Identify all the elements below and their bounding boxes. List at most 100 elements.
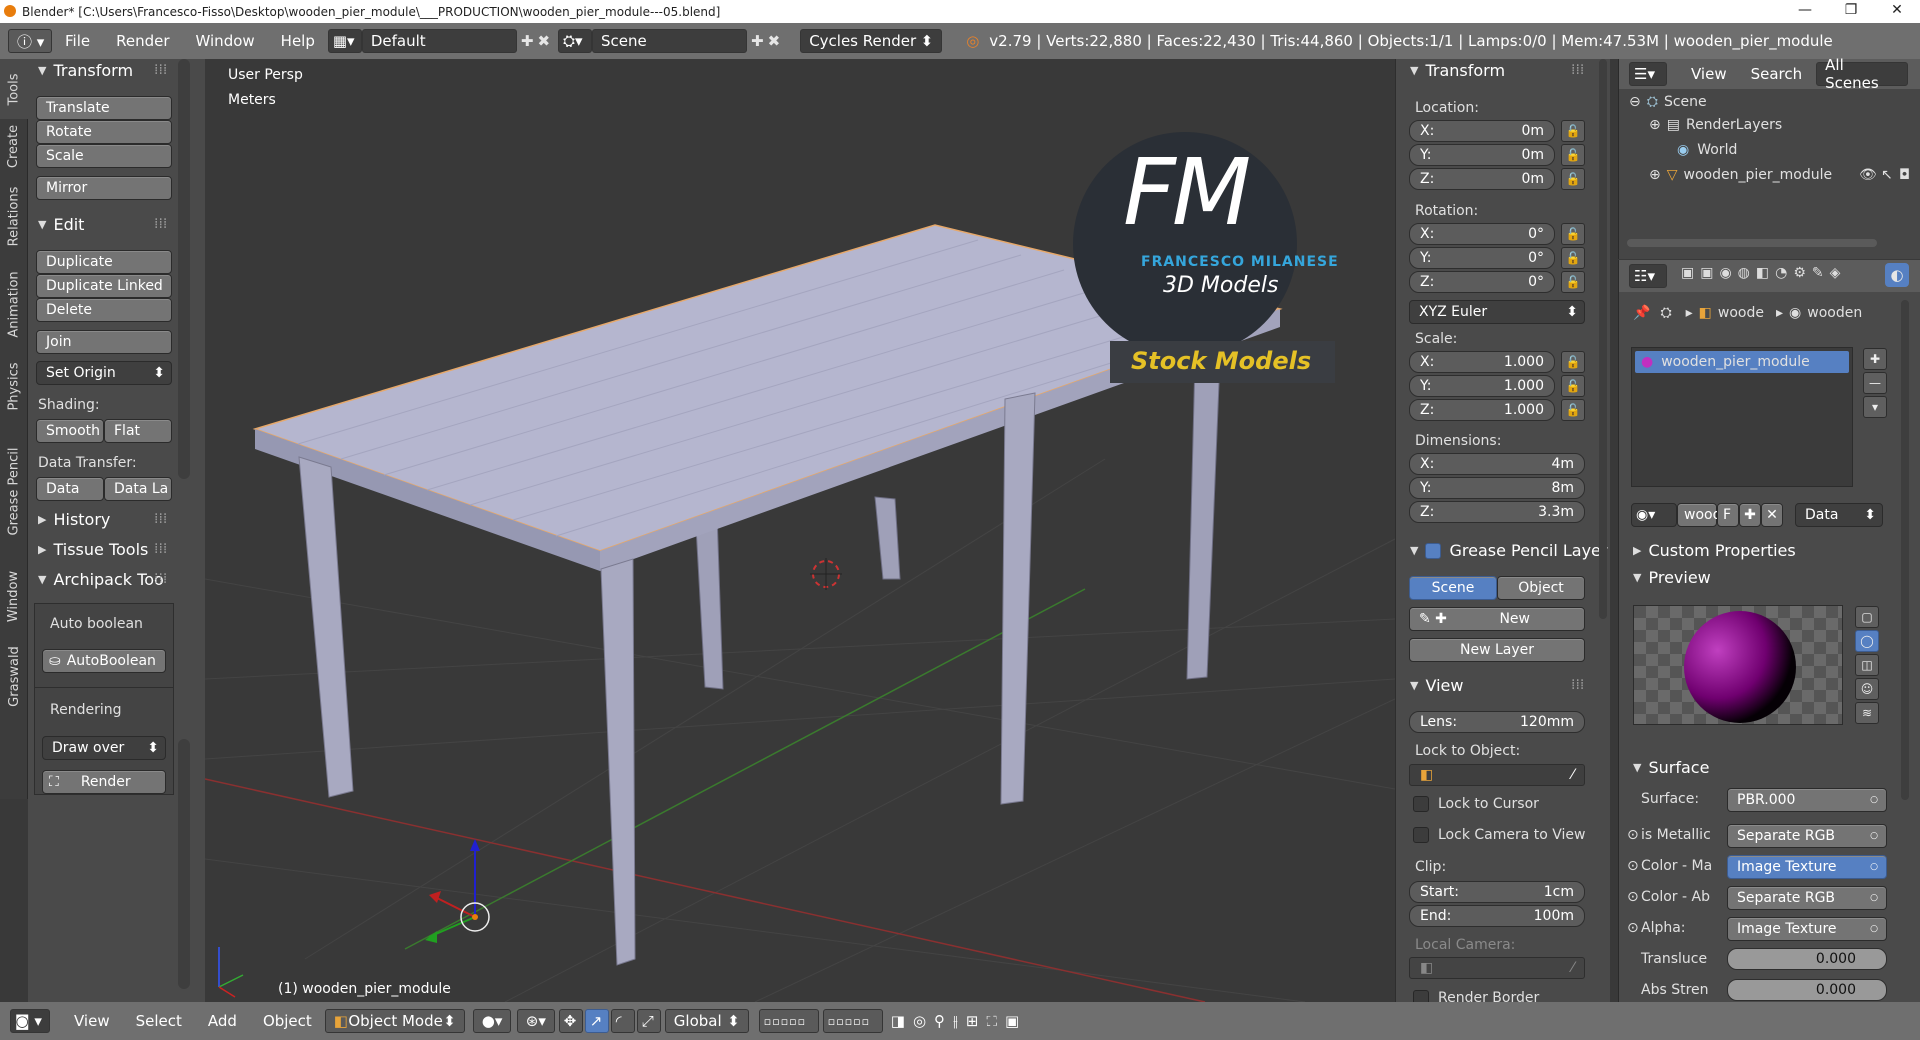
scale-z-field[interactable]: Z: 1.000 bbox=[1409, 399, 1555, 421]
menu-view[interactable]: View bbox=[74, 1012, 110, 1030]
scene-name-field[interactable]: Scene bbox=[592, 29, 748, 53]
remove-slot-icon[interactable]: — bbox=[1863, 372, 1887, 394]
lock-icon[interactable]: 🔓 bbox=[1561, 247, 1585, 269]
translate-manipulator-toggle[interactable]: ↗ bbox=[584, 1009, 609, 1033]
menu-render[interactable]: Render bbox=[116, 32, 169, 50]
join-button[interactable]: Join bbox=[36, 330, 172, 354]
lock-icon[interactable]: 🔓 bbox=[1561, 168, 1585, 190]
scale-manipulator-toggle[interactable]: ⤢ bbox=[636, 1009, 661, 1033]
npanel-view-header[interactable]: ▼ View bbox=[1410, 676, 1463, 695]
close-window-button[interactable]: ✕ bbox=[1874, 0, 1920, 23]
auto-boolean-button[interactable]: ⛀ AutoBoolean bbox=[42, 649, 166, 673]
render-engine-select[interactable]: Cycles Render ⬍ bbox=[800, 29, 943, 53]
editor-type-info-button[interactable]: ⓘ ▾ bbox=[8, 29, 52, 53]
unlink-material-icon[interactable]: ✕ bbox=[1761, 503, 1783, 527]
location-y-field[interactable]: Y: 0m bbox=[1409, 144, 1555, 166]
add-scene-icon[interactable]: ✚ bbox=[751, 32, 764, 50]
layers-grid-2[interactable]: ▫▫▫▫▫ bbox=[822, 1009, 883, 1033]
mode-select[interactable]: ◧ Object Mode ⬍ bbox=[324, 1009, 465, 1033]
outliner-item-object[interactable]: ⊕ ▽ wooden_pier_module bbox=[1649, 167, 1832, 183]
rotate-manipulator-toggle[interactable]: ◜ bbox=[610, 1009, 635, 1033]
toolshelf-scrollbar[interactable] bbox=[178, 59, 190, 479]
remove-layout-icon[interactable]: ✖ bbox=[537, 32, 550, 50]
menu-file[interactable]: File bbox=[65, 32, 90, 50]
drag-handle-icon[interactable]: ⁞⁞⁞ bbox=[154, 571, 167, 587]
material-tab-icon[interactable]: ◐ bbox=[1885, 263, 1909, 287]
drag-handle-icon[interactable]: ⁞⁞⁞ bbox=[154, 216, 167, 232]
orientation-select[interactable]: Global ⬍ bbox=[664, 1009, 749, 1033]
outliner-scrollbar[interactable] bbox=[1627, 239, 1877, 247]
lock-icon[interactable]: 🔓 bbox=[1561, 351, 1585, 373]
selectable-arrow-icon[interactable]: ↖ bbox=[1881, 167, 1893, 183]
duplicate-linked-button[interactable]: Duplicate Linked bbox=[36, 274, 172, 298]
expand-icon[interactable]: ⊕ bbox=[1649, 167, 1661, 183]
menu-window[interactable]: Window bbox=[196, 32, 255, 50]
color-ma-input[interactable]: Image Texture ○ bbox=[1727, 855, 1887, 879]
tab-graswald[interactable]: Graswald bbox=[0, 634, 28, 719]
socket-icon[interactable]: ⊙ bbox=[1627, 858, 1639, 874]
grease-layer-checkbox[interactable] bbox=[1425, 542, 1442, 559]
outliner-editor-icon[interactable]: ☰▾ bbox=[1629, 62, 1667, 86]
preview-monkey-icon[interactable]: ☺ bbox=[1855, 678, 1879, 700]
location-x-field[interactable]: X: 0m bbox=[1409, 120, 1555, 142]
transform-manipulator[interactable] bbox=[425, 839, 490, 943]
breadcrumb-object[interactable]: woode bbox=[1718, 305, 1764, 321]
panel-history-header[interactable]: ▶ History bbox=[38, 510, 110, 529]
collapse-icon[interactable]: ⊖ bbox=[1629, 94, 1641, 110]
render-button[interactable]: ⛶ Render bbox=[42, 770, 166, 794]
tab-tools[interactable]: Tools bbox=[0, 59, 28, 119]
outliner-display-mode[interactable]: All Scenes bbox=[1816, 56, 1909, 92]
scale-x-field[interactable]: X: 1.000 bbox=[1409, 351, 1555, 373]
context-tab-icons[interactable]: ▣▣◉◍◧◔⚙✎◈ bbox=[1681, 265, 1846, 281]
lock-icon[interactable]: 🔓 bbox=[1561, 120, 1585, 142]
editor-type-3dview-button[interactable]: ◙ ▾ bbox=[10, 1009, 50, 1033]
scale-y-field[interactable]: Y: 1.000 bbox=[1409, 375, 1555, 397]
add-layout-icon[interactable]: ✚ bbox=[521, 32, 534, 50]
toolshelf-scrollbar-lower[interactable] bbox=[178, 739, 190, 989]
3d-viewport[interactable]: User Persp Meters (1) wooden_pier_module… bbox=[205, 59, 1395, 1002]
smooth-button[interactable]: Smooth bbox=[36, 419, 104, 443]
color-ab-input[interactable]: Separate RGB ○ bbox=[1727, 886, 1887, 910]
transluce-slider[interactable]: 0.000 bbox=[1727, 948, 1887, 970]
grease-object-toggle[interactable]: Object bbox=[1497, 576, 1585, 600]
menu-help[interactable]: Help bbox=[281, 32, 315, 50]
tab-physics[interactable]: Physics bbox=[0, 349, 28, 424]
abs-strength-slider[interactable]: 0.000 bbox=[1727, 979, 1887, 1001]
properties-scrollbar[interactable] bbox=[1901, 300, 1909, 800]
panel-edit-header[interactable]: ▼ Edit bbox=[38, 215, 84, 234]
layers-grid-1[interactable]: ▫▫▫▫▫ bbox=[758, 1009, 819, 1033]
data-layout-button[interactable]: Data La bbox=[104, 477, 172, 501]
lock-icon[interactable]: 🔓 bbox=[1561, 271, 1585, 293]
eyedropper-icon[interactable]: ⁄ bbox=[1572, 767, 1574, 783]
is-metallic-input[interactable]: Separate RGB ○ bbox=[1727, 824, 1887, 848]
npanel-scrollbar[interactable] bbox=[1599, 59, 1607, 619]
mirror-button[interactable]: Mirror bbox=[36, 176, 172, 200]
pin-icon[interactable]: 📌 bbox=[1633, 305, 1650, 321]
rotation-mode-dropdown[interactable]: XYZ Euler ⬍ bbox=[1409, 300, 1585, 324]
visibility-eye-icon[interactable]: 👁 bbox=[1859, 167, 1877, 183]
flat-button[interactable]: Flat bbox=[104, 419, 172, 443]
grease-new-button[interactable]: ✎ ✚ New bbox=[1409, 607, 1585, 631]
new-material-icon[interactable]: ✚ bbox=[1739, 503, 1761, 527]
viewport-toolbar-icons[interactable]: ◨◎⚲⫲⊞⛶▣ bbox=[891, 1012, 1027, 1030]
material-slot-item[interactable]: ● wooden_pier_module bbox=[1635, 351, 1849, 373]
tab-grease-pencil[interactable]: Grease Pencil bbox=[0, 424, 28, 559]
properties-editor-icon[interactable]: ☷▾ bbox=[1629, 264, 1667, 288]
menu-select[interactable]: Select bbox=[136, 1012, 182, 1030]
preview-cube-icon[interactable]: ◫ bbox=[1855, 654, 1879, 676]
lock-camera-checkbox[interactable] bbox=[1413, 827, 1429, 843]
outliner-item-world[interactable]: ◉ World bbox=[1677, 142, 1737, 158]
menu-object[interactable]: Object bbox=[263, 1012, 312, 1030]
drag-handle-icon[interactable]: ⁞⁞⁞ bbox=[154, 511, 167, 527]
rotation-x-field[interactable]: X: 0° bbox=[1409, 223, 1555, 245]
tab-relations[interactable]: Relations bbox=[0, 174, 28, 259]
fake-user-toggle[interactable]: F bbox=[1717, 503, 1739, 527]
npanel-grease-header[interactable]: ▼ Grease Pencil Layer bbox=[1410, 541, 1607, 560]
delete-button[interactable]: Delete bbox=[36, 298, 172, 322]
minimize-button[interactable]: — bbox=[1782, 0, 1828, 23]
local-camera-field[interactable]: ◧ ⁄ bbox=[1409, 957, 1585, 979]
set-origin-dropdown[interactable]: Set Origin ⬍ bbox=[36, 361, 172, 385]
clip-end-field[interactable]: End: 100m bbox=[1409, 905, 1585, 927]
link-dropdown[interactable]: Data ⬍ bbox=[1795, 503, 1883, 527]
lock-icon[interactable]: 🔓 bbox=[1561, 144, 1585, 166]
